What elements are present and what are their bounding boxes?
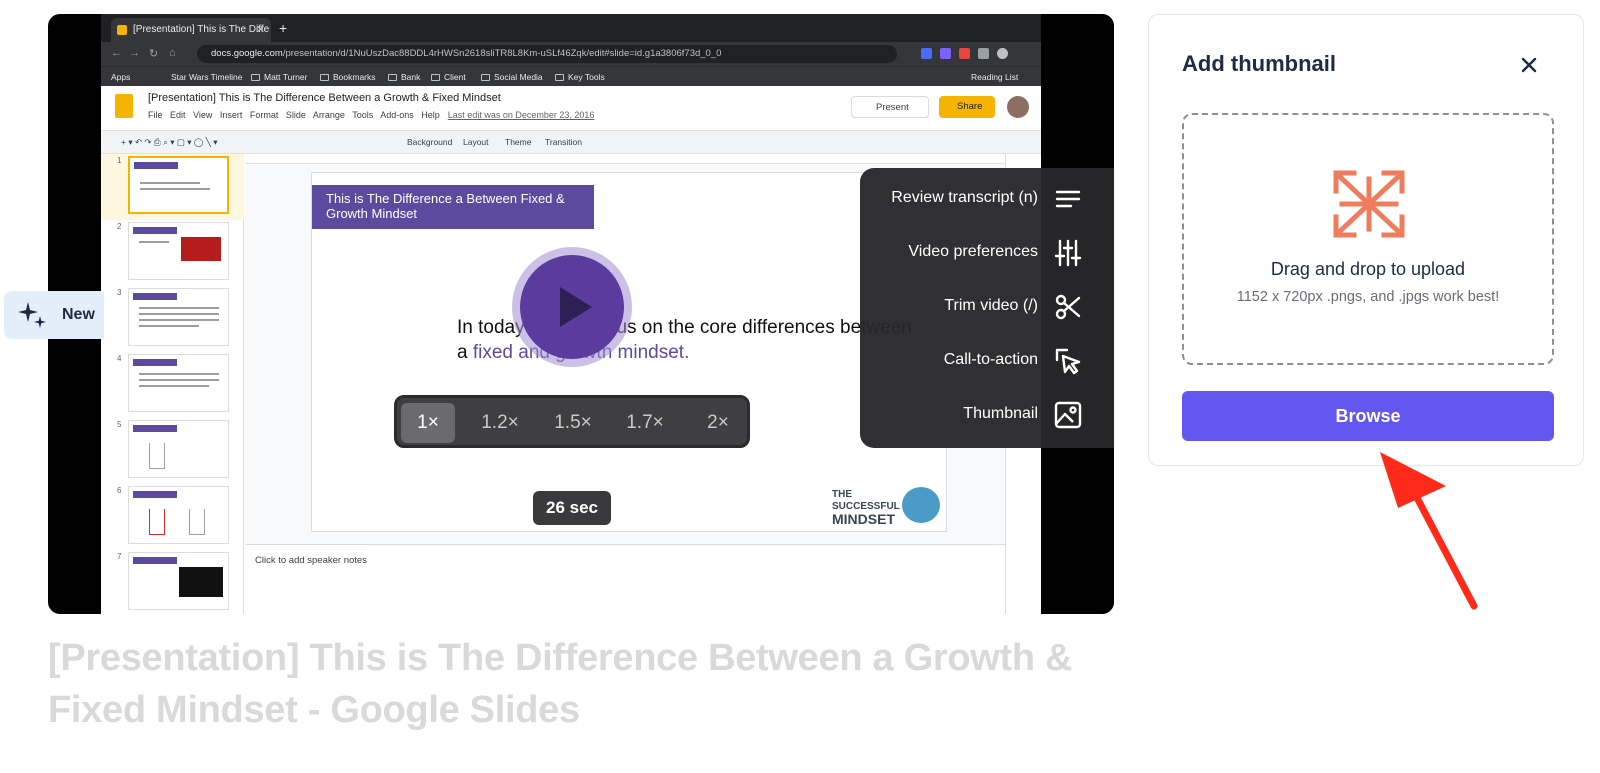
video-title[interactable]: [Presentation] This is The Difference Be… — [48, 632, 1108, 736]
reading-list: Reading List — [971, 72, 1019, 82]
video-player[interactable]: [Presentation] This is The Diffe ✕ + ← →… — [48, 14, 1114, 614]
lines-icon — [1055, 190, 1081, 208]
doc-title: [Presentation] This is The Difference Be… — [148, 92, 501, 104]
extension-icons — [921, 48, 1008, 59]
successful-mindset-logo: THE SUCCESSFUL MINDSET — [832, 489, 900, 527]
expand-arrows-icon — [1333, 170, 1405, 238]
bookmark-apps: Apps — [111, 72, 131, 82]
toolbar-transition: Transition — [545, 137, 583, 147]
bookmark: Social Media — [481, 72, 543, 82]
menu-item-review-transcript[interactable]: Review transcript (n) — [860, 172, 1114, 226]
slides-favicon-icon — [117, 25, 127, 35]
speed-option-1x[interactable]: 1× — [401, 403, 455, 443]
close-icon[interactable] — [1517, 53, 1541, 77]
play-button[interactable] — [512, 247, 632, 367]
dropzone-hint: 1152 x 720px .pngs, and .jpgs work best! — [1236, 289, 1500, 305]
sparkle-icon — [18, 302, 46, 328]
slide-thumb: 1 — [101, 154, 244, 220]
bookmark: Star Wars Timeline — [171, 72, 243, 82]
reload-icon: ↻ — [149, 48, 159, 60]
video-options-menu: Review transcript (n) Video preferences … — [860, 168, 1114, 448]
toolbar-theme: Theme — [505, 137, 532, 147]
extension-icon — [959, 48, 970, 59]
extension-icon — [940, 48, 951, 59]
playback-speed-selector: 1× 1.2× 1.5× 1.7× 2× — [394, 395, 750, 448]
play-icon — [520, 255, 624, 359]
cursor-click-icon — [1055, 348, 1081, 375]
doc-header: [Presentation] This is The Difference Be… — [101, 86, 1061, 130]
forward-icon: → — [129, 47, 140, 59]
panel-title: Add thumbnail — [1182, 51, 1336, 76]
avatar — [1007, 96, 1029, 118]
address-bar: docs.google.com/presentation/d/1NuUszDac… — [197, 45, 897, 63]
bookmark: Bank — [388, 72, 420, 82]
speed-option-1-7x[interactable]: 1.7× — [618, 403, 672, 443]
menu-item-thumbnail[interactable]: Thumbnail — [860, 388, 1114, 442]
browser-tab: [Presentation] This is The Diffe ✕ — [111, 18, 271, 42]
ruler — [245, 154, 1005, 164]
image-icon — [1054, 401, 1082, 429]
new-badge-label: New — [62, 306, 95, 323]
speed-option-1-5x[interactable]: 1.5× — [546, 403, 600, 443]
menu-item-call-to-action[interactable]: Call-to-action — [860, 334, 1114, 388]
present-button: Present — [851, 96, 929, 118]
add-thumbnail-panel: Add thumbnail Drag and drop to upload 11… — [1148, 14, 1584, 466]
menu-item-trim-video[interactable]: Trim video (/) — [860, 280, 1114, 334]
toolbar-layout: Layout — [463, 137, 489, 147]
browser-address-row: ← → ↻ ⌂ docs.google.com/presentation/d/1… — [101, 42, 1061, 66]
speed-option-1-2x[interactable]: 1.2× — [473, 403, 527, 443]
slide-filmstrip: 1 2 3 4 5 6 7 — [101, 154, 244, 614]
browser-tabstrip: [Presentation] This is The Diffe ✕ + — [101, 14, 1061, 42]
bookmark: Key Tools — [555, 72, 605, 82]
browser-tab-title: [Presentation] This is The Diffe — [133, 24, 270, 35]
sliders-icon — [1054, 239, 1082, 267]
speaker-notes-placeholder: Click to add speaker notes — [255, 555, 367, 566]
slide-heading: This is The Difference a Between Fixed &… — [312, 185, 594, 229]
home-icon: ⌂ — [169, 47, 176, 59]
scissors-icon — [1055, 294, 1081, 320]
bookmarks-bar: Apps Star Wars Timeline Matt Turner Book… — [101, 66, 1061, 86]
toolbar-background: Background — [407, 137, 453, 147]
share-button: Share — [939, 96, 995, 118]
brain-logo-icon — [902, 487, 940, 523]
new-feature-badge[interactable]: New — [4, 291, 104, 339]
tab-close-icon: ✕ — [255, 24, 265, 36]
puzzle-icon — [978, 48, 989, 59]
last-edit-link: Last edit was on December 23, 2016 — [447, 110, 595, 120]
back-icon: ← — [111, 47, 122, 59]
doc-menu: File Edit View Insert Format Slide Arran… — [148, 110, 595, 120]
thumbnail-dropzone[interactable]: Drag and drop to upload 1152 x 720px .pn… — [1182, 113, 1554, 365]
slides-logo-icon — [115, 94, 133, 118]
dropzone-instruction: Drag and drop to upload — [1270, 259, 1466, 279]
slide-thumb: 7 — [101, 550, 244, 614]
annotation-arrow-icon — [1380, 452, 1478, 610]
bookmark: Matt Turner — [251, 72, 307, 82]
slide-thumb: 2 — [101, 220, 244, 286]
slide-thumb: 6 — [101, 484, 244, 550]
profile-icon — [997, 48, 1008, 59]
bookmark: Bookmarks — [320, 72, 376, 82]
slides-toolbar: + ▾ ↶ ↷ ⎙ ⌕ ▾ ▢ ▾ ◯ ╲ ▾ Background Layou… — [101, 130, 1061, 154]
slide-thumb: 4 — [101, 352, 244, 418]
menu-item-video-preferences[interactable]: Video preferences — [860, 226, 1114, 280]
extension-icon — [921, 48, 932, 59]
current-slide: This is The Difference a Between Fixed &… — [311, 172, 947, 532]
slide-thumb: 3 — [101, 286, 244, 352]
speed-option-2x[interactable]: 2× — [691, 403, 745, 443]
bookmark: Client — [431, 72, 466, 82]
duration-badge: 26 sec — [533, 491, 611, 525]
slide-thumb: 5 — [101, 418, 244, 484]
toolbar-icons: + ▾ ↶ ↷ ⎙ ⌕ ▾ ▢ ▾ ◯ ╲ ▾ — [121, 137, 218, 147]
browse-button[interactable]: Browse — [1182, 391, 1554, 441]
speaker-notes: Click to add speaker notes — [245, 544, 1005, 614]
new-tab-icon: + — [279, 20, 288, 36]
